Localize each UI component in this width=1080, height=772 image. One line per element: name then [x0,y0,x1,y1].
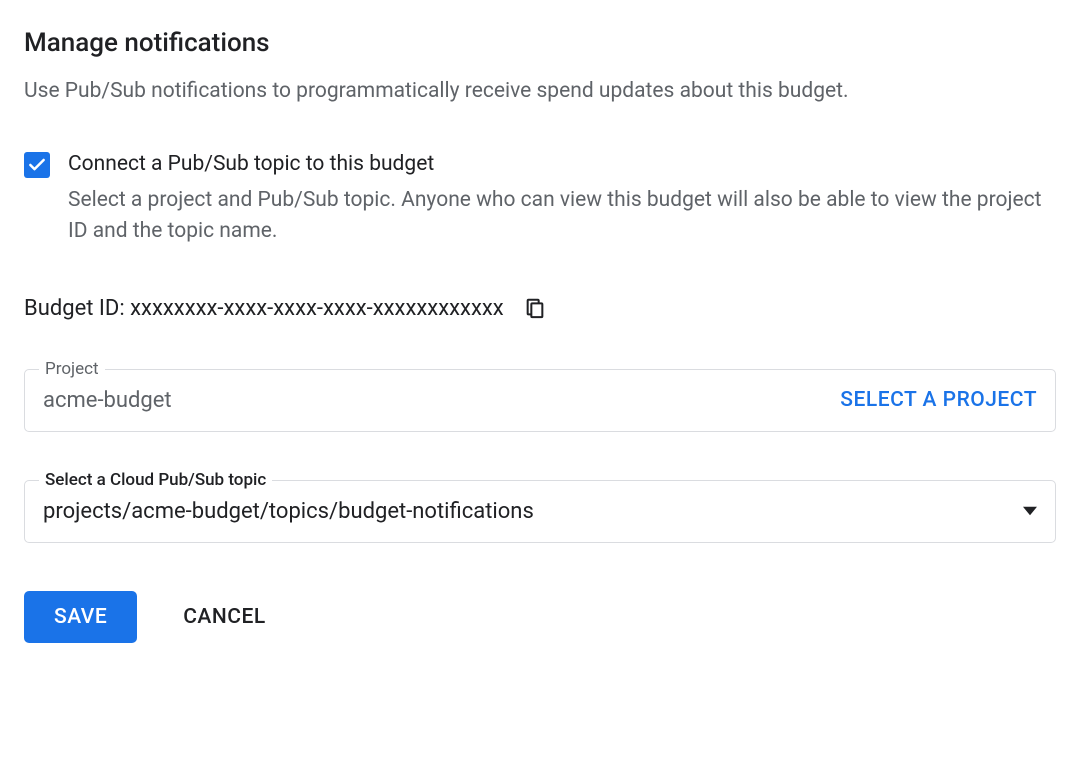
chevron-down-icon[interactable] [1023,504,1037,518]
page-title: Manage notifications [24,28,1056,58]
select-project-button[interactable]: SELECT A PROJECT [840,388,1037,412]
cancel-button[interactable]: CANCEL [183,591,265,643]
checkbox-description: Select a project and Pub/Sub topic. Anyo… [68,185,1056,248]
checkbox-content: Connect a Pub/Sub topic to this budget S… [68,150,1056,248]
check-icon [27,155,47,175]
pubsub-topic-label: Select a Cloud Pub/Sub topic [39,470,272,490]
pubsub-topic-value: projects/acme-budget/topics/budget-notif… [43,499,1023,524]
save-button[interactable]: SAVE [24,591,137,643]
project-field-label: Project [39,359,105,379]
budget-id-row: Budget ID: xxxxxxxx-xxxx-xxxx-xxxx-xxxxx… [24,296,1056,321]
project-field: Project acme-budget SELECT A PROJECT [24,369,1056,432]
action-buttons: SAVE CANCEL [24,591,1056,643]
pubsub-topic-field[interactable]: Select a Cloud Pub/Sub topic projects/ac… [24,480,1056,543]
connect-pubsub-row: Connect a Pub/Sub topic to this budget S… [24,150,1056,248]
copy-icon[interactable] [524,297,546,319]
checkbox-label: Connect a Pub/Sub topic to this budget [68,150,1056,179]
budget-id-text: Budget ID: xxxxxxxx-xxxx-xxxx-xxxx-xxxxx… [24,296,504,321]
page-description: Use Pub/Sub notifications to programmati… [24,76,1056,108]
connect-pubsub-checkbox[interactable] [24,152,50,178]
project-field-value: acme-budget [43,388,840,413]
